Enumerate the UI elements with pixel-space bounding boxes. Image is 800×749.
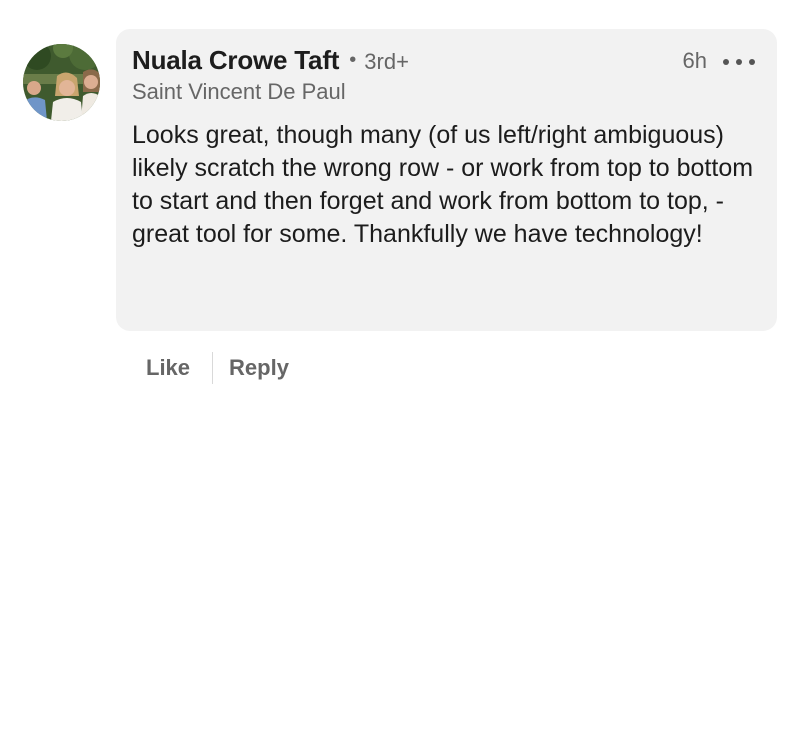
author-row: Nuala Crowe Taft • 3rd+: [132, 45, 409, 76]
more-options-button[interactable]: [723, 51, 755, 73]
ellipsis-icon-dot: [749, 59, 755, 65]
comment-timestamp: 6h: [682, 48, 707, 73]
action-divider: [212, 352, 214, 384]
comment-actions: Like Reply: [146, 352, 289, 384]
like-button[interactable]: Like: [146, 355, 190, 381]
comment-item: Nuala Crowe Taft • 3rd+ Saint Vincent De…: [0, 0, 800, 749]
author-headline: Saint Vincent De Paul: [132, 79, 346, 104]
comment-text: Looks great, though many (of us left/rig…: [132, 121, 754, 248]
profile-photo-icon: [23, 44, 100, 121]
reply-button[interactable]: Reply: [229, 355, 289, 381]
ellipsis-icon-dot: [736, 59, 742, 65]
ellipsis-icon-dot: [723, 59, 729, 65]
connection-degree: 3rd+: [364, 49, 409, 74]
author-name[interactable]: Nuala Crowe Taft: [132, 45, 339, 76]
separator-dot: •: [349, 49, 357, 71]
author-avatar[interactable]: [23, 44, 100, 121]
comment-bubble: Nuala Crowe Taft • 3rd+ Saint Vincent De…: [116, 29, 777, 331]
